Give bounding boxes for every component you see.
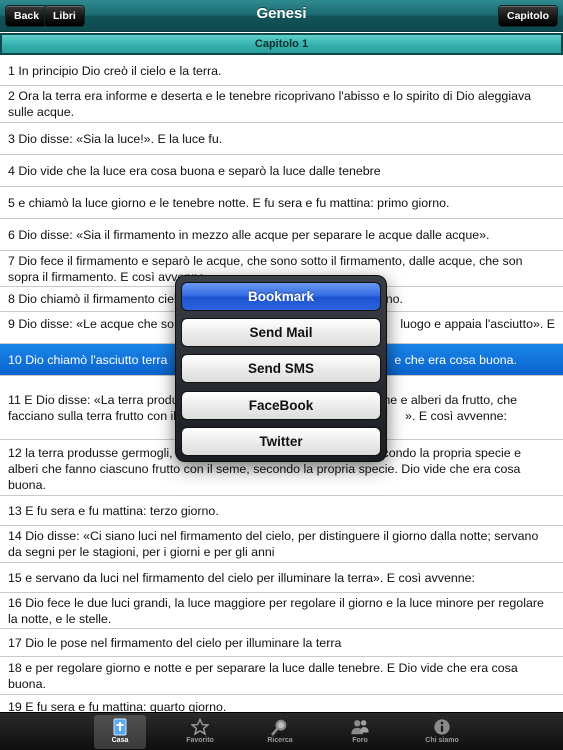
- tab-chi-siamo[interactable]: Chi siamo: [416, 715, 468, 749]
- verse-row-6[interactable]: 6 Dio disse: «Sia il firmamento in mezzo…: [0, 219, 563, 251]
- verse-text-tail: ne e alberi da frutto, che: [383, 393, 517, 407]
- verse-text-line2: alberi che fanno ciascuno frutto con il …: [8, 462, 521, 476]
- verse-text: 1 In principio Dio creò il cielo e la te…: [8, 63, 222, 78]
- verse-text: 8 Dio chiamò il firmamento ciel: [8, 292, 177, 306]
- share-popover: Bookmark Send Mail Send SMS FaceBook Twi…: [175, 275, 387, 462]
- verse-text: 10 Dio chiamò l'asciutto terra: [8, 352, 168, 367]
- tab-foro[interactable]: Foro: [334, 715, 386, 749]
- tab-bar: Casa Favorito Ricerca Foro Chi siamo: [0, 712, 563, 750]
- verse-row-18[interactable]: 18 e per regolare giorno e notte e per s…: [0, 657, 563, 695]
- page-title: Genesi: [256, 5, 307, 22]
- app-window: Back Libri Genesi Capitolo Capitolo 1 1 …: [0, 0, 563, 750]
- tab-label: Ricerca: [267, 737, 293, 744]
- verse-row-17[interactable]: 17 Dio le pose nel firmamento del cielo …: [0, 629, 563, 657]
- send-sms-button[interactable]: Send SMS: [181, 354, 381, 383]
- verse-row-16[interactable]: 16 Dio fece le due luci grandi, la luce …: [0, 593, 563, 629]
- tab-casa[interactable]: Casa: [94, 715, 146, 749]
- tab-label: Casa: [111, 737, 129, 744]
- tab-favorito[interactable]: Favorito: [174, 715, 226, 749]
- tab-label: Foro: [352, 737, 368, 744]
- tab-label: Chi siamo: [425, 737, 459, 744]
- star-icon: [191, 718, 209, 736]
- verse-text-tail: econdo la propria specie e: [375, 446, 521, 460]
- twitter-button[interactable]: Twitter: [181, 427, 381, 456]
- home-book-icon: [113, 718, 127, 736]
- search-icon: [271, 719, 287, 736]
- verse-text: 18 e per regolare giorno e notte e per s…: [8, 660, 518, 691]
- verse-row-13[interactable]: 13 E fu sera e fu mattina: terzo giorno.: [0, 496, 563, 526]
- verse-row-2[interactable]: 2 Ora la terra era informe e deserta e l…: [0, 86, 563, 123]
- verse-text-line2: facciano sulla terra frutto con il: [8, 409, 177, 423]
- verse-text: 3 Dio disse: «Sia la luce!». E la luce f…: [8, 131, 223, 146]
- verse-text: 15 e servano da luci nel firmamento del …: [8, 570, 475, 585]
- verse-row-15[interactable]: 15 e servano da luci nel firmamento del …: [0, 563, 563, 593]
- verse-row-1[interactable]: 1 In principio Dio creò il cielo e la te…: [0, 56, 563, 86]
- verse-text: 5 e chiamò la luce giorno e le tenebre n…: [8, 195, 450, 210]
- verse-text: 17 Dio le pose nel firmamento del cielo …: [8, 635, 342, 650]
- tab-label: Favorito: [186, 737, 214, 744]
- verse-text: 12 la terra produsse germogli,: [8, 446, 173, 460]
- send-mail-button[interactable]: Send Mail: [181, 318, 381, 347]
- info-icon: [434, 719, 450, 735]
- navigation-bar: Back Libri Genesi Capitolo: [0, 0, 563, 32]
- verse-text-tail: e che era cosa buona.: [394, 352, 517, 367]
- verse-text: 4 Dio vide che la luce era cosa buona e …: [8, 163, 381, 178]
- verse-text-line3: buona.: [8, 478, 46, 492]
- verse-text: 13 E fu sera e fu mattina: terzo giorno.: [8, 503, 219, 518]
- verse-row-5[interactable]: 5 e chiamò la luce giorno e le tenebre n…: [0, 187, 563, 219]
- verse-text: 16 Dio fece le due luci grandi, la luce …: [8, 595, 544, 626]
- capitolo-button[interactable]: Capitolo: [498, 5, 558, 27]
- verse-text: 2 Ora la terra era informe e deserta e l…: [8, 89, 532, 119]
- bookmark-button[interactable]: Bookmark: [181, 282, 381, 311]
- chapter-header: Capitolo 1: [0, 33, 563, 55]
- tab-ricerca[interactable]: Ricerca: [254, 715, 306, 749]
- verse-text: 14 Dio disse: «Ci siano luci nel firmame…: [8, 529, 539, 559]
- verse-text: 11 E Dio disse: «La terra produ: [8, 393, 179, 407]
- verse-text-tail2: ». E così avvenne:: [405, 409, 507, 423]
- verse-row-3[interactable]: 3 Dio disse: «Sia la luce!». E la luce f…: [0, 123, 563, 155]
- verse-text: 6 Dio disse: «Sia il firmamento in mezzo…: [8, 227, 490, 242]
- verse-text-tail: no.: [385, 292, 403, 306]
- verse-row-4[interactable]: 4 Dio vide che la luce era cosa buona e …: [0, 155, 563, 187]
- verse-text: 9 Dio disse: «Le acque che so: [8, 317, 175, 331]
- verse-row-14[interactable]: 14 Dio disse: «Ci siano luci nel firmame…: [0, 526, 563, 563]
- people-icon: [351, 720, 369, 735]
- facebook-button[interactable]: FaceBook: [181, 391, 381, 420]
- verse-text-tail: luogo e appaia l'asciutto». E: [400, 317, 555, 331]
